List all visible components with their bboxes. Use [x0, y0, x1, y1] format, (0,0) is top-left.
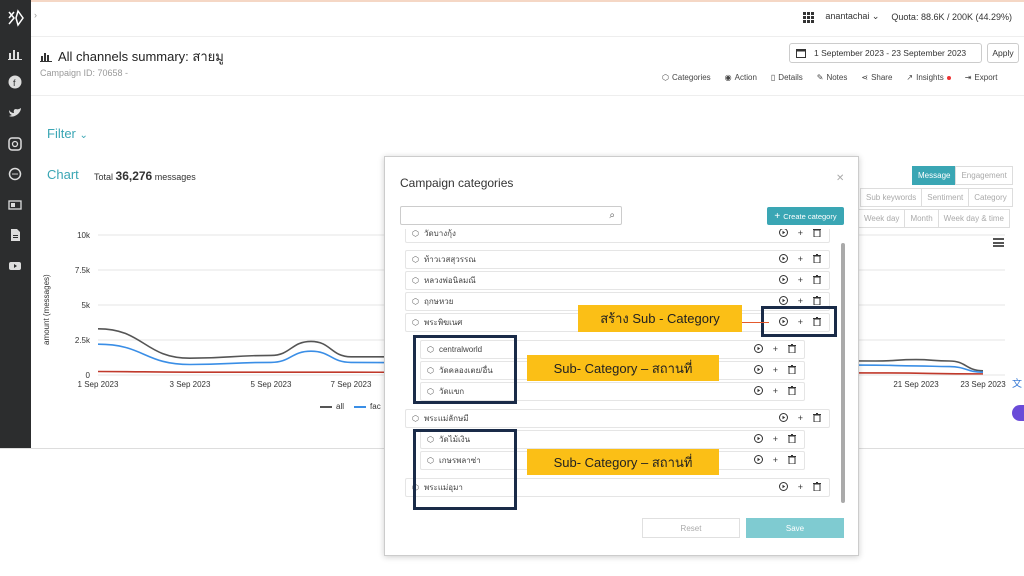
y-tick-label: 5k — [82, 301, 91, 310]
category-label: พระแม่ลักษมี — [423, 414, 469, 423]
trash-icon[interactable] — [813, 482, 821, 493]
chart-legend: all fac — [320, 402, 381, 411]
trash-icon[interactable] — [788, 344, 796, 355]
category-row[interactable]: ⬡ ท้าวเวสสุวรรณ + — [405, 250, 830, 269]
play-circle-icon[interactable] — [753, 434, 763, 445]
trash-icon[interactable] — [813, 275, 821, 286]
category-actions: + — [753, 386, 796, 397]
category-actions: + — [753, 455, 796, 466]
tag-icon: ⬡ — [412, 229, 419, 238]
play-circle-icon[interactable] — [753, 344, 763, 355]
create-category-label: Create category — [783, 211, 837, 221]
reset-button[interactable]: Reset — [642, 518, 740, 538]
translate-icon[interactable]: 文 — [1012, 375, 1024, 390]
play-circle-icon[interactable] — [753, 386, 763, 397]
play-circle-icon[interactable] — [778, 413, 788, 424]
y-axis-label: amount (messages) — [42, 274, 51, 345]
play-circle-icon[interactable] — [778, 482, 788, 493]
play-circle-icon[interactable] — [778, 275, 788, 286]
assistant-widget-icon[interactable] — [1012, 405, 1024, 421]
play-circle-icon[interactable] — [778, 254, 788, 265]
trash-icon[interactable] — [788, 455, 796, 466]
category-label: ท้าวเวสสุวรรณ — [423, 255, 476, 264]
search-icon: ⌕ — [609, 210, 615, 221]
annotation-sub-category-place-2: Sub- Category – สถานที่ — [527, 449, 719, 475]
legend-item-all[interactable]: all — [320, 402, 344, 411]
category-actions: + — [778, 229, 821, 239]
category-actions: + — [778, 413, 821, 424]
add-sub-category-icon[interactable]: + — [773, 386, 778, 397]
category-actions: + — [753, 344, 796, 355]
add-sub-category-icon[interactable]: + — [773, 434, 778, 445]
trash-icon[interactable] — [813, 254, 821, 265]
annotation-sub-category-place-1: Sub- Category – สถานที่ — [527, 355, 719, 381]
add-sub-category-icon[interactable]: + — [798, 482, 803, 493]
y-tick-label: 2.5k — [75, 336, 91, 345]
category-list-scrollbar[interactable] — [841, 243, 845, 503]
legend-swatch — [320, 405, 332, 408]
trash-icon[interactable] — [788, 386, 796, 397]
category-row[interactable]: ⬡ พระแม่ลักษมี + — [405, 409, 830, 428]
tag-icon: ⬡ — [412, 297, 419, 306]
legend-label: all — [336, 402, 345, 411]
plus-icon: + — [774, 210, 781, 222]
category-actions: + — [778, 254, 821, 265]
add-sub-category-icon[interactable]: + — [798, 254, 803, 265]
play-circle-icon[interactable] — [778, 229, 788, 239]
add-sub-category-icon[interactable]: + — [773, 344, 778, 355]
legend-label: fac — [370, 402, 381, 411]
x-tick-label: 21 Sep 2023 — [893, 380, 939, 389]
modal-title: Campaign categories — [400, 176, 514, 190]
add-sub-category-icon[interactable]: + — [798, 275, 803, 286]
y-tick-label: 7.5k — [75, 266, 91, 275]
category-label: หลวงพ่อนิลมณี — [423, 276, 476, 285]
category-row[interactable]: ⬡ หลวงพ่อนิลมณี + — [405, 271, 830, 290]
category-actions: + — [778, 275, 821, 286]
add-sub-category-icon[interactable]: + — [798, 413, 803, 424]
add-sub-category-icon[interactable]: + — [773, 365, 778, 376]
category-label: พระพิฆเนศ — [423, 318, 463, 327]
tag-icon: ⬡ — [412, 318, 419, 327]
tag-icon: ⬡ — [412, 255, 419, 264]
save-button[interactable]: Save — [746, 518, 844, 538]
category-actions: + — [753, 434, 796, 445]
category-label: ฤกษหวย — [423, 297, 454, 306]
tag-icon: ⬡ — [412, 414, 419, 423]
x-tick-label: 1 Sep 2023 — [78, 380, 119, 389]
tag-icon: ⬡ — [412, 276, 419, 285]
x-tick-label: 7 Sep 2023 — [331, 380, 372, 389]
y-tick-label: 10k — [77, 231, 91, 240]
play-circle-icon[interactable] — [753, 365, 763, 376]
x-tick-label: 23 Sep 2023 — [960, 380, 1006, 389]
trash-icon[interactable] — [813, 229, 821, 239]
x-tick-label: 5 Sep 2023 — [251, 380, 292, 389]
x-tick-label: 3 Sep 2023 — [170, 380, 211, 389]
category-actions: + — [778, 482, 821, 493]
category-label: วัดบางกุ้ง — [423, 229, 456, 238]
annotation-box-sub-places-2 — [413, 429, 517, 510]
trash-icon[interactable] — [788, 434, 796, 445]
legend-item-fac[interactable]: fac — [354, 402, 381, 411]
annotation-box-sub-places-1 — [413, 335, 517, 404]
play-circle-icon[interactable] — [753, 455, 763, 466]
close-icon[interactable]: ✕ — [836, 173, 844, 184]
annotation-create-sub-category: สร้าง Sub - Category — [578, 305, 742, 332]
add-sub-category-icon[interactable]: + — [773, 455, 778, 466]
add-sub-category-icon[interactable]: + — [798, 229, 803, 239]
annotation-box-create-sub — [761, 306, 837, 337]
trash-icon[interactable] — [788, 365, 796, 376]
category-search-input[interactable]: ⌕ — [400, 206, 622, 225]
y-tick-label: 0 — [86, 371, 91, 380]
category-row[interactable]: ⬡ วัดบางกุ้ง + — [405, 229, 830, 243]
create-category-button[interactable]: + Create category — [767, 207, 844, 225]
annotation-connector — [741, 322, 769, 323]
trash-icon[interactable] — [813, 413, 821, 424]
category-actions: + — [753, 365, 796, 376]
legend-swatch — [354, 405, 367, 408]
